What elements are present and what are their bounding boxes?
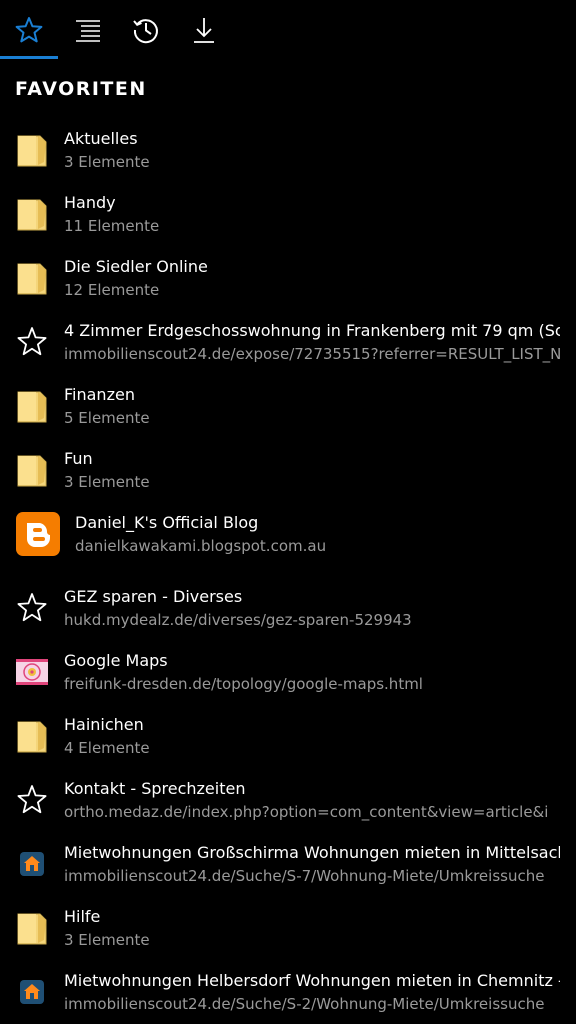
favorite-text: Handy 11 Elemente — [64, 191, 560, 237]
favorite-title: Hainichen — [64, 715, 144, 734]
favorite-text: Mietwohnungen Großschirma Wohnungen miet… — [64, 841, 560, 887]
folder-icon — [14, 132, 50, 168]
favorite-url: hukd.mydealz.de/diverses/gez-sparen-5299… — [64, 611, 412, 629]
blogger-icon — [16, 512, 60, 556]
folder-item-count: 3 Elemente — [64, 473, 150, 491]
favorite-link[interactable]: Kontakt - Sprechzeiten ortho.medaz.de/ind… — [0, 768, 576, 832]
favorite-text: Aktuelles 3 Elemente — [64, 127, 560, 173]
folder-item-count: 5 Elemente — [64, 409, 150, 427]
favorite-title: Mietwohnungen Helbersdorf Wohnungen miet… — [64, 971, 560, 990]
favorite-url: immobilienscout24.de/expose/72735515?ref… — [64, 345, 560, 363]
favorite-title: Handy — [64, 193, 116, 212]
folder-item-count: 4 Elemente — [64, 739, 150, 757]
star-outline-icon — [14, 782, 50, 818]
favorite-text: Hainichen 4 Elemente — [64, 713, 560, 759]
favorite-title: 4 Zimmer Erdgeschosswohnung in Frankenbe… — [64, 321, 560, 340]
folder-icon — [14, 910, 50, 946]
favorite-title: Kontakt - Sprechzeiten — [64, 779, 246, 798]
star-icon — [15, 17, 43, 43]
favorite-title: Die Siedler Online — [64, 257, 208, 276]
active-tab-indicator — [0, 56, 58, 59]
favorite-folder[interactable]: Finanzen 5 Elemente — [0, 374, 576, 438]
favorite-text: Finanzen 5 Elemente — [64, 383, 560, 429]
star-outline-icon — [14, 590, 50, 626]
immoscout-icon — [14, 974, 50, 1010]
folder-icon — [14, 196, 50, 232]
favorite-folder[interactable]: Fun 3 Elemente — [0, 438, 576, 502]
favorite-link[interactable]: Google Maps freifunk-dresden.de/topology/… — [0, 640, 576, 704]
list-icon — [76, 20, 100, 42]
history-icon — [133, 19, 158, 44]
favorite-title: Google Maps — [64, 651, 168, 670]
favorite-text: Fun 3 Elemente — [64, 447, 560, 493]
favorite-link[interactable]: Mietwohnungen Helbersdorf Wohnungen miet… — [0, 960, 576, 1024]
favorite-folder[interactable]: Handy 11 Elemente — [0, 182, 576, 246]
folder-icon — [14, 718, 50, 754]
favorite-folder[interactable]: Aktuelles 3 Elemente — [0, 118, 576, 182]
favorite-text: Daniel_K's Official Blog danielkawakami.b… — [75, 511, 560, 557]
download-icon — [194, 18, 214, 43]
star-outline-icon — [14, 324, 50, 360]
favorites-list: Aktuelles 3 Elemente Handy 11 Elemente Die S… — [0, 118, 576, 1024]
favorite-folder[interactable]: Hainichen 4 Elemente — [0, 704, 576, 768]
favorite-url: immobilienscout24.de/Suche/S-2/Wohnung-M… — [64, 995, 545, 1013]
favorite-url: freifunk-dresden.de/topology/google-maps… — [64, 675, 423, 693]
favorite-link[interactable]: GEZ sparen - Diverses hukd.mydealz.de/div… — [0, 576, 576, 640]
favorite-title: Mietwohnungen Großschirma Wohnungen miet… — [64, 843, 560, 862]
favorite-text: Hilfe 3 Elemente — [64, 905, 560, 951]
favorite-text: Die Siedler Online 12 Elemente — [64, 255, 560, 301]
favorite-text: Mietwohnungen Helbersdorf Wohnungen miet… — [64, 969, 560, 1015]
favorite-text: 4 Zimmer Erdgeschosswohnung in Frankenbe… — [64, 319, 560, 365]
favorite-title: Hilfe — [64, 907, 101, 926]
immoscout-icon — [14, 846, 50, 882]
hub-tab-bar — [0, 0, 576, 60]
favorite-link[interactable]: Daniel_K's Official Blog danielkawakami.b… — [0, 502, 576, 576]
favorite-text: Kontakt - Sprechzeiten ortho.medaz.de/ind… — [64, 777, 560, 823]
favorite-title: Aktuelles — [64, 129, 138, 148]
favorite-url: danielkawakami.blogspot.com.au — [75, 537, 327, 555]
section-title: FAVORITEN — [15, 78, 147, 100]
favorite-link[interactable]: Mietwohnungen Großschirma Wohnungen miet… — [0, 832, 576, 896]
favorite-text: Google Maps freifunk-dresden.de/topology/… — [64, 649, 560, 695]
tab-downloads[interactable] — [175, 0, 233, 60]
freifunk-icon — [14, 654, 50, 690]
folder-icon — [14, 388, 50, 424]
folder-item-count: 12 Elemente — [64, 281, 160, 299]
favorite-title: Finanzen — [64, 385, 135, 404]
folder-item-count: 3 Elemente — [64, 931, 150, 949]
favorite-url: ortho.medaz.de/index.php?option=com_cont… — [64, 803, 549, 821]
tab-reading-list[interactable] — [59, 0, 117, 60]
favorite-link[interactable]: 4 Zimmer Erdgeschosswohnung in Frankenbe… — [0, 310, 576, 374]
folder-icon — [14, 260, 50, 296]
folder-item-count: 3 Elemente — [64, 153, 150, 171]
favorite-url: immobilienscout24.de/Suche/S-7/Wohnung-M… — [64, 867, 545, 885]
tab-history[interactable] — [117, 0, 175, 60]
favorite-title: GEZ sparen - Diverses — [64, 587, 243, 606]
favorite-title: Daniel_K's Official Blog — [75, 513, 259, 532]
favorite-text: GEZ sparen - Diverses hukd.mydealz.de/div… — [64, 585, 560, 631]
favorite-folder[interactable]: Hilfe 3 Elemente — [0, 896, 576, 960]
folder-item-count: 11 Elemente — [64, 217, 160, 235]
favorite-title: Fun — [64, 449, 93, 468]
tab-favorites[interactable] — [0, 0, 58, 60]
folder-icon — [14, 452, 50, 488]
favorite-folder[interactable]: Die Siedler Online 12 Elemente — [0, 246, 576, 310]
